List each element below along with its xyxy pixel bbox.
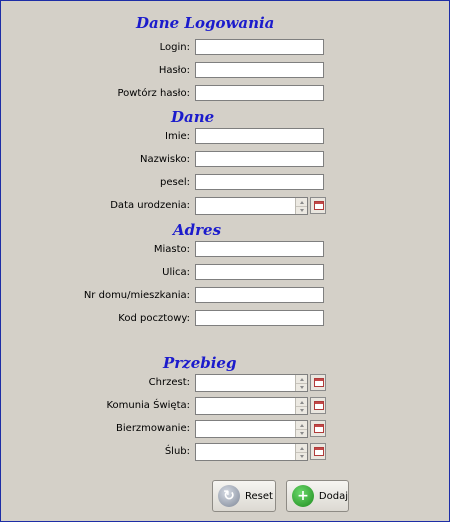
birth-date-label: Data urodzenia: [110,200,190,211]
last-name-input[interactable] [195,151,324,167]
baptism-label: Chrzest: [148,377,190,388]
password-label: Hasło: [158,65,190,76]
baptism-calendar-button[interactable] [310,374,326,391]
postal-code-input[interactable] [195,310,324,326]
street-label: Ulica: [162,267,190,278]
spinner-down-button[interactable] [296,452,307,460]
calendar-icon [314,424,324,433]
communion-date-input[interactable] [195,397,308,415]
chevron-up-icon [299,200,304,204]
wedding-spinner[interactable] [295,444,307,460]
section-title-personal: Dane [171,108,215,126]
wedding-label: Ślub: [164,446,190,457]
confirmation-date-input[interactable] [195,420,308,438]
pesel-label: pesel: [159,177,190,188]
baptism-date-input[interactable] [195,374,308,392]
password-input[interactable] [195,62,324,78]
chevron-down-icon [299,208,304,212]
wedding-calendar-button[interactable] [310,443,326,460]
spinner-down-button[interactable] [296,429,307,437]
repeat-password-input[interactable] [195,85,324,101]
house-number-input[interactable] [195,287,324,303]
reset-button[interactable]: ↻ Reset [212,480,276,512]
street-input[interactable] [195,264,324,280]
chevron-down-icon [299,408,304,412]
communion-calendar-button[interactable] [310,397,326,414]
section-title-address: Adres [173,221,222,239]
communion-spinner[interactable] [295,398,307,414]
refresh-icon: ↻ [218,485,240,507]
communion-label: Komunia Święta: [106,400,190,411]
calendar-icon [314,201,324,210]
pesel-input[interactable] [195,174,324,190]
section-title-history: Przebieg [163,354,237,372]
add-button-label: Dodaj [318,490,348,502]
chevron-up-icon [299,377,304,381]
calendar-icon [314,447,324,456]
calendar-icon [314,401,324,410]
confirmation-calendar-button[interactable] [310,420,326,437]
birth-date-spinner[interactable] [295,198,307,214]
confirmation-label: Bierzmowanie: [116,423,190,434]
confirmation-spinner[interactable] [295,421,307,437]
baptism-spinner[interactable] [295,375,307,391]
spinner-down-button[interactable] [296,383,307,391]
repeat-password-label: Powtórz hasło: [117,88,190,99]
plus-icon: + [292,485,314,507]
chevron-up-icon [299,446,304,450]
first-name-input[interactable] [195,128,324,144]
reset-button-label: Reset [245,490,273,502]
chevron-down-icon [299,454,304,458]
form-panel: Dane Logowania Login: Hasło: Powtórz has… [0,0,450,522]
last-name-label: Nazwisko: [140,154,190,165]
wedding-date-input[interactable] [195,443,308,461]
calendar-icon [314,378,324,387]
birth-date-input[interactable] [195,197,308,215]
spinner-down-button[interactable] [296,206,307,214]
first-name-label: Imie: [165,131,190,142]
section-title-login: Dane Logowania [136,14,275,32]
chevron-down-icon [299,431,304,435]
house-number-label: Nr domu/mieszkania: [83,290,190,301]
login-label: Login: [159,42,190,53]
city-input[interactable] [195,241,324,257]
add-button[interactable]: + Dodaj [286,480,349,512]
chevron-up-icon [299,400,304,404]
login-input[interactable] [195,39,324,55]
postal-code-label: Kod pocztowy: [118,313,190,324]
birth-date-calendar-button[interactable] [310,197,326,214]
chevron-up-icon [299,423,304,427]
spinner-down-button[interactable] [296,406,307,414]
chevron-down-icon [299,385,304,389]
city-label: Miasto: [153,244,190,255]
